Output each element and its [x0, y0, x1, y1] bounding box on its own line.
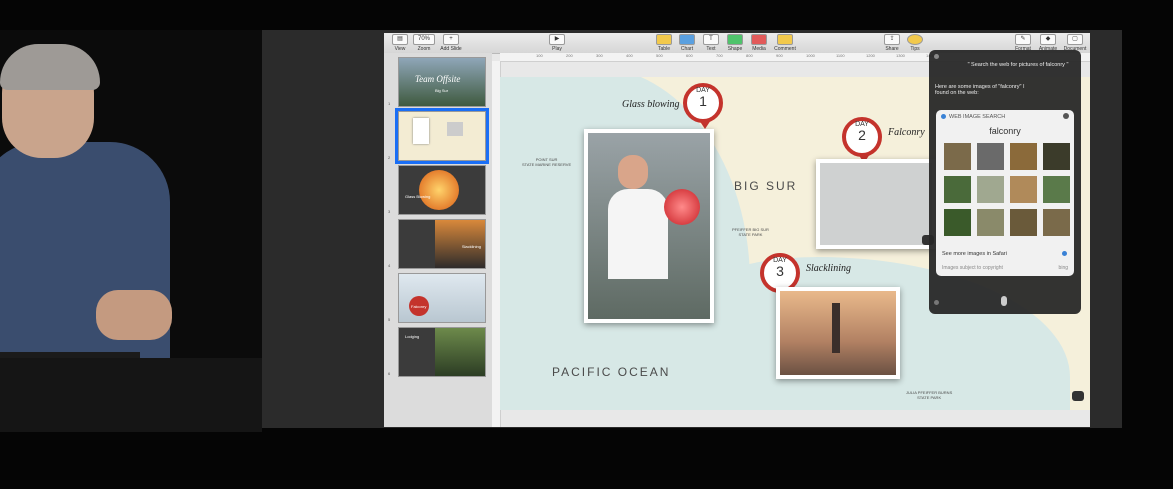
falconry-image-placeholder[interactable]	[816, 159, 936, 249]
tips-button[interactable]: Tips	[906, 34, 924, 52]
shape-button[interactable]: Shape	[726, 34, 744, 52]
image-result[interactable]	[944, 176, 971, 203]
image-result[interactable]	[1043, 209, 1070, 236]
play-button[interactable]: ▶ Play	[547, 34, 567, 52]
slide-thumbnail-3[interactable]: Glass Blowing 3	[388, 165, 486, 215]
microphone-icon[interactable]	[1001, 296, 1007, 306]
slide-thumbnail-6[interactable]: Lodging 6	[388, 327, 486, 377]
web-image-search-card: WEB IMAGE SEARCH falconry See more image…	[936, 110, 1074, 276]
slide-thumbnail-2[interactable]: 2	[388, 108, 489, 164]
document-icon: ▢	[1067, 34, 1083, 45]
presenter-hands	[96, 290, 172, 340]
media-button[interactable]: Media	[750, 34, 768, 52]
image-result[interactable]	[1010, 143, 1037, 170]
view-button[interactable]: ▤ View	[392, 34, 408, 52]
media-icon	[751, 34, 767, 45]
view-icon: ▤	[392, 34, 408, 45]
animate-icon: ◆	[1040, 34, 1056, 45]
tips-icon	[907, 34, 923, 45]
image-result[interactable]	[977, 143, 1004, 170]
stage-podium	[0, 358, 262, 432]
slacklining-photo[interactable]	[776, 287, 900, 379]
chart-icon	[679, 34, 695, 45]
table-button[interactable]: Table	[655, 34, 673, 52]
image-result[interactable]	[977, 209, 1004, 236]
image-result[interactable]	[1010, 209, 1037, 236]
slide-thumbnail-4[interactable]: Slacklining 4	[388, 219, 486, 269]
comment-icon	[777, 34, 793, 45]
image-result[interactable]	[1010, 176, 1037, 203]
image-result[interactable]	[944, 209, 971, 236]
bing-logo: bing	[1058, 265, 1068, 271]
add-slide-button[interactable]: + Add Slide	[439, 34, 463, 52]
comment-button[interactable]: Comment	[772, 34, 798, 52]
close-icon[interactable]	[934, 54, 939, 59]
siri-panel: " Search the web for pictures of falconr…	[929, 50, 1081, 314]
presenter-hair	[0, 44, 100, 90]
slide-thumbnail-5[interactable]: Falconry 5	[388, 273, 486, 323]
shape-icon	[727, 34, 743, 45]
paintbrush-icon: ✎	[1015, 34, 1031, 45]
safari-icon	[941, 114, 946, 119]
image-result[interactable]	[977, 176, 1004, 203]
image-placeholder-icon[interactable]	[1072, 391, 1084, 401]
glass-blowing-photo[interactable]	[584, 129, 714, 323]
plus-icon: +	[443, 34, 459, 45]
slide-navigator: Team Offsite Big Sur 1 2 Glass Blowing 3…	[384, 53, 492, 427]
table-icon	[656, 34, 672, 45]
help-icon[interactable]	[934, 300, 939, 305]
share-icon: ⇪	[884, 34, 900, 45]
share-button[interactable]: ⇪ Share	[882, 34, 902, 52]
image-result[interactable]	[944, 143, 971, 170]
text-icon: T	[703, 34, 719, 45]
day-1-pin[interactable]: DAY 1	[683, 83, 723, 129]
text-button[interactable]: T Text	[702, 34, 720, 52]
see-more-link[interactable]: See more images in Safari	[942, 251, 1007, 257]
safari-icon	[1062, 251, 1067, 256]
image-result[interactable]	[1043, 176, 1070, 203]
chart-button[interactable]: Chart	[678, 34, 696, 52]
play-icon: ▶	[549, 34, 565, 45]
zoom-button[interactable]: 70% Zoom	[413, 34, 435, 52]
slide-thumbnail-1[interactable]: Team Offsite Big Sur 1	[388, 57, 486, 107]
close-icon[interactable]	[1063, 113, 1069, 119]
day-2-pin[interactable]: DAY 2	[842, 117, 882, 163]
image-result[interactable]	[1043, 143, 1070, 170]
